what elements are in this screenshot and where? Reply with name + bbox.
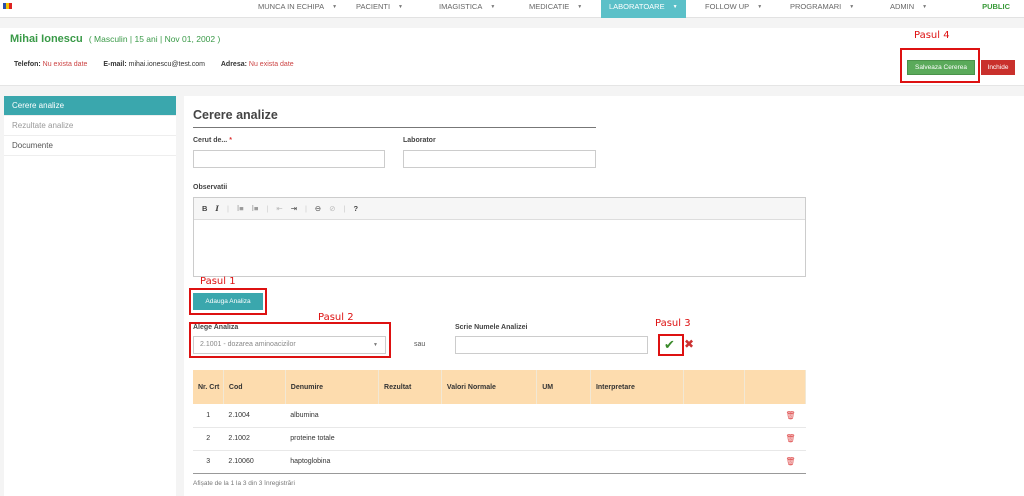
choose-analysis-select[interactable]: 2.1001 - dozarea aminoacizilor ▼: [193, 336, 386, 354]
nav-munca-in-echipa[interactable]: MUNCA IN ECHIPA ▼: [258, 0, 337, 18]
cell-nr: 1: [193, 404, 224, 428]
cell-denumire: proteine totale: [285, 427, 379, 451]
cell-denumire: albumina: [285, 404, 379, 428]
col-denumire[interactable]: Denumire: [285, 370, 380, 404]
link-icon[interactable]: ⊖: [315, 204, 321, 213]
analyses-table: Nr. Crt Cod Denumire Rezultat Valori Nor…: [193, 370, 806, 474]
close-button[interactable]: Inchide: [981, 60, 1015, 75]
col-valori-normale[interactable]: Valori Normale: [441, 370, 538, 404]
observations-editor[interactable]: B I | ⁝≡ ⁝≡ | ⇤ ⇥ | ⊖ ⊘ | ?: [193, 197, 806, 277]
address-label: Adresa:: [220, 61, 247, 68]
step-1-annotation: Pasul 1: [200, 276, 236, 287]
analysis-name-input[interactable]: [455, 336, 648, 354]
cell-denumire: haptoglobina: [285, 450, 379, 474]
editor-toolbar: B I | ⁝≡ ⁝≡ | ⇤ ⇥ | ⊖ ⊘ | ?: [194, 198, 805, 220]
nav-admin[interactable]: ADMIN ▼: [890, 0, 927, 18]
italic-button[interactable]: I: [215, 204, 219, 213]
unordered-list-icon[interactable]: ⁝≡: [252, 204, 259, 213]
title-divider: [193, 127, 596, 128]
save-request-button[interactable]: Salveaza Cererea: [907, 60, 975, 75]
x-icon[interactable]: ✖: [684, 337, 694, 351]
col-extra-2: [744, 370, 806, 404]
ordered-list-icon[interactable]: ⁝≡: [237, 204, 244, 213]
patient-meta: ( Masculin | 15 ani | Nov 01, 2002 ): [88, 34, 221, 44]
trash-icon[interactable]: 🗑: [744, 404, 806, 428]
col-interpretare[interactable]: Interpretare: [590, 370, 685, 404]
nav-follow-up[interactable]: FOLLOW UP ▼: [705, 0, 762, 18]
outdent-icon[interactable]: ⇤: [276, 204, 282, 213]
email-label: E-mail:: [103, 61, 127, 68]
unlink-icon[interactable]: ⊘: [329, 204, 335, 213]
top-navigation: MUNCA IN ECHIPA ▼ PACIENTI ▼ IMAGISTICA ▼ M…: [0, 0, 1024, 18]
sidebar-item-cerere-analize[interactable]: Cerere analize: [4, 96, 176, 116]
trash-icon[interactable]: 🗑: [744, 450, 806, 474]
col-nr-crt[interactable]: Nr. Crt: [193, 370, 224, 404]
patient-contact: Telefon: Nu exista date E-mail: mihai.io…: [14, 61, 294, 68]
col-rezultat[interactable]: Rezultat: [378, 370, 442, 404]
trash-icon[interactable]: 🗑: [744, 427, 806, 451]
nav-programari[interactable]: PROGRAMARI ▼: [790, 0, 854, 18]
col-cod[interactable]: Cod: [223, 370, 286, 404]
chevron-down-icon: ▼: [373, 342, 378, 348]
email-value: mihai.ionescu@test.com: [128, 61, 205, 68]
cell-cod: 2.1002: [223, 427, 286, 451]
lab-input[interactable]: [403, 150, 596, 168]
main-panel: Cerere analize Cerut de... * Laborator O…: [184, 96, 1024, 496]
indent-icon[interactable]: ⇥: [291, 204, 297, 213]
nav-imagistica[interactable]: IMAGISTICA ▼: [439, 0, 495, 18]
romania-flag-icon: [3, 3, 12, 9]
phone-value: Nu exista date: [42, 61, 88, 68]
cell-cod: 2.1004: [223, 404, 286, 428]
table-row: 2 2.1002 proteine totale 🗑: [193, 427, 806, 451]
patient-name: Mihai Ionescu: [10, 33, 83, 45]
or-text: sau: [414, 341, 426, 348]
table-row: 3 2.10060 haptoglobina 🗑: [193, 450, 806, 474]
step-3-annotation: Pasul 3: [655, 318, 691, 329]
page-title: Cerere analize: [193, 108, 278, 122]
lab-label: Laborator: [403, 137, 436, 144]
table-info: Afișate de la 1 la 3 din 3 înregistrări: [193, 480, 295, 487]
sidebar-item-documente[interactable]: Documente: [4, 136, 176, 156]
choose-analysis-label: Alege Analiza: [193, 324, 239, 331]
step-4-annotation: Pasul 4: [914, 30, 950, 41]
address-value: Nu exista date: [248, 61, 294, 68]
nav-public[interactable]: PUBLIC: [982, 0, 1010, 18]
cell-nr: 3: [193, 450, 224, 474]
sidebar-item-rezultate-analize[interactable]: Rezultate analize: [4, 116, 176, 136]
write-analysis-label: Scrie Numele Analizei: [455, 324, 528, 331]
add-analysis-button[interactable]: Adauga Analiza: [193, 293, 263, 310]
cell-cod: 2.10060: [223, 450, 286, 474]
table-row: 1 2.1004 albumina 🗑: [193, 404, 806, 428]
col-extra-1: [683, 370, 746, 404]
requested-by-input[interactable]: [193, 150, 385, 168]
nav-pacienti[interactable]: PACIENTI ▼: [356, 0, 403, 18]
patient-header: Mihai Ionescu ( Masculin | 15 ani | Nov …: [0, 28, 1024, 86]
checkmark-icon[interactable]: ✔: [664, 337, 675, 353]
bold-button[interactable]: B: [202, 204, 207, 213]
nav-medicatie[interactable]: MEDICATIE ▼: [529, 0, 582, 18]
observations-label: Observatii: [193, 184, 228, 191]
help-icon[interactable]: ?: [353, 204, 358, 213]
sidebar: Cerere analize Rezultate analize Documen…: [4, 96, 176, 496]
requested-by-label: Cerut de... *: [193, 137, 232, 144]
nav-laboratoare[interactable]: LABORATOARE ▼: [601, 0, 686, 18]
col-um[interactable]: UM: [536, 370, 591, 404]
patient-name-line: Mihai Ionescu ( Masculin | 15 ani | Nov …: [10, 33, 220, 45]
phone-label: Telefon:: [14, 61, 41, 68]
cell-nr: 2: [193, 427, 224, 451]
